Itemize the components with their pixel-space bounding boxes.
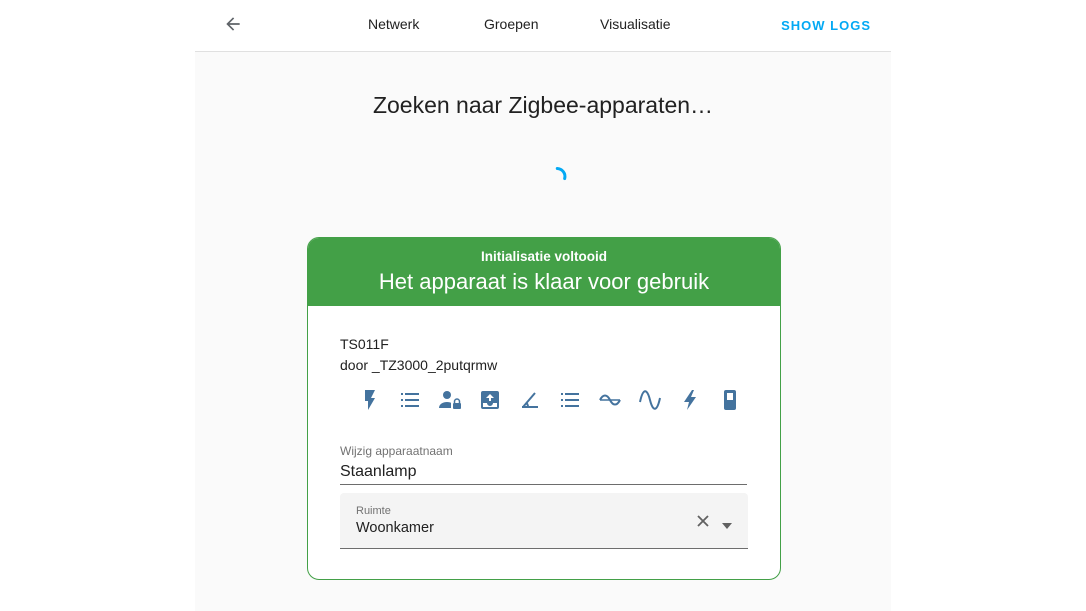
entity-icons bbox=[350, 386, 750, 414]
device-card: Initialisatie voltooid Het apparaat is k… bbox=[307, 237, 781, 580]
device-model: TS011F bbox=[340, 336, 389, 352]
close-icon[interactable] bbox=[695, 513, 711, 529]
device-name-input[interactable] bbox=[340, 460, 747, 485]
device-vendor: door _TZ3000_2putqrmw bbox=[340, 357, 498, 373]
ready-title: Het apparaat is klaar voor gebruik bbox=[378, 269, 710, 294]
show-logs-button[interactable]: SHOW LOGS bbox=[781, 18, 871, 33]
chevron-down-icon[interactable] bbox=[721, 517, 733, 529]
card-header: Initialisatie voltooid Het apparaat is k… bbox=[308, 238, 780, 306]
inbox-arrow-up-icon[interactable] bbox=[470, 386, 510, 414]
flash-icon[interactable] bbox=[670, 386, 710, 414]
room-value: Woonkamer bbox=[356, 520, 434, 536]
list-icon[interactable] bbox=[550, 386, 590, 414]
flash-icon[interactable] bbox=[350, 386, 390, 414]
tab-visualisatie[interactable]: Visualisatie bbox=[600, 16, 671, 32]
sine-wave-icon[interactable] bbox=[590, 386, 630, 414]
angle-icon[interactable] bbox=[510, 386, 550, 414]
arrow-left-icon bbox=[223, 14, 243, 39]
zha-panel: Netwerk Groepen Visualisatie SHOW LOGS Z… bbox=[195, 0, 891, 611]
room-select[interactable]: Ruimte Woonkamer bbox=[340, 493, 748, 549]
sine-wave-large-icon[interactable] bbox=[630, 386, 670, 414]
name-field-label: Wijzig apparaatnaam bbox=[340, 444, 453, 458]
tab-netwerk[interactable]: Netwerk bbox=[368, 16, 419, 32]
search-title: Zoeken naar Zigbee-apparaten… bbox=[372, 92, 714, 118]
loading-spinner bbox=[550, 166, 570, 186]
back-button[interactable] bbox=[219, 12, 247, 40]
initialization-status: Initialisatie voltooid bbox=[480, 249, 607, 264]
list-icon[interactable] bbox=[390, 386, 430, 414]
battery-icon[interactable] bbox=[710, 386, 750, 414]
account-lock-icon[interactable] bbox=[430, 386, 470, 414]
tab-groepen[interactable]: Groepen bbox=[484, 16, 538, 32]
top-app-bar: Netwerk Groepen Visualisatie SHOW LOGS bbox=[195, 0, 891, 52]
room-field-label: Ruimte bbox=[356, 505, 391, 517]
